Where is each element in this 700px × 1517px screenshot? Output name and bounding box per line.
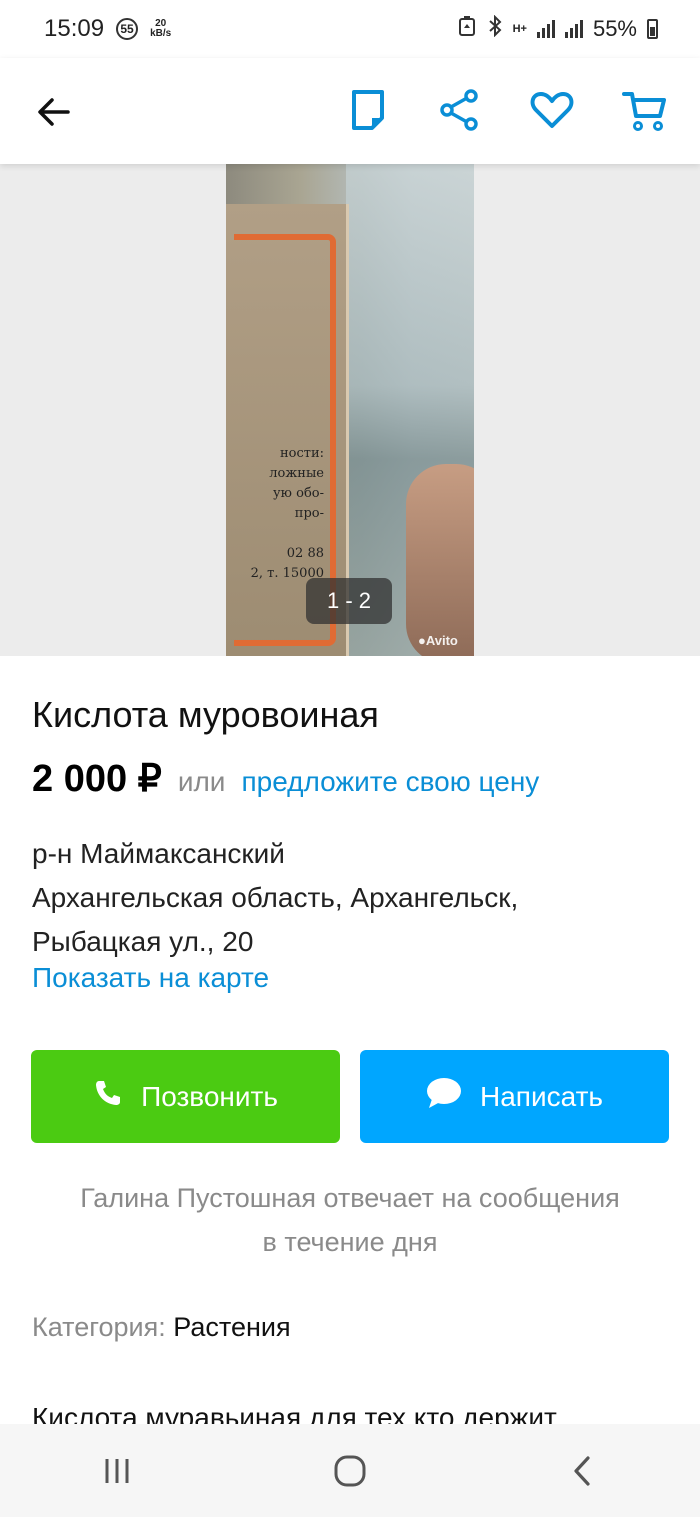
or-text: или: [177, 766, 226, 797]
category-row: Категория: Растения: [32, 1312, 291, 1343]
call-button-label: Позвонить: [141, 1080, 278, 1112]
seller-response-line-2: в течение дня: [262, 1227, 438, 1257]
notification-count-icon: 55: [116, 18, 139, 40]
address-line-2: Рыбацкая ул., 20: [32, 926, 254, 957]
status-bar: 15:09 55 20 kB/s H+ 55%: [0, 0, 700, 58]
signal-icon-2: [564, 20, 583, 38]
write-button[interactable]: Написать: [360, 1050, 669, 1143]
app-bar: [0, 58, 700, 164]
hand-image: [406, 464, 474, 656]
battery-icon: [647, 19, 658, 39]
avito-logo-icon: ●: [418, 633, 426, 648]
seller-response-info: Галина Пустошная отвечает на сообщения в…: [0, 1176, 700, 1264]
address-block: р-н Маймаксанский Архангельская область,…: [32, 832, 518, 964]
heart-icon[interactable]: [528, 86, 576, 134]
call-button[interactable]: Позвонить: [31, 1050, 340, 1143]
network-speed: 20 kB/s: [150, 19, 171, 39]
system-nav-bar: [0, 1424, 700, 1517]
photo-gallery[interactable]: ности: ложные ую обо- про- 02 88 2, т. 1…: [0, 164, 700, 656]
price-row: 2 000 ₽ или предложите свою цену: [32, 756, 539, 801]
seller-response-line-1: Галина Пустошная отвечает на сообщения: [80, 1183, 620, 1213]
recycle-icon: [457, 15, 477, 43]
network-speed-unit: kB/s: [150, 28, 172, 39]
status-time: 15:09: [44, 15, 105, 42]
bluetooth-icon: [487, 14, 503, 43]
price: 2 000 ₽: [32, 758, 162, 800]
network-type-label: H+: [512, 23, 527, 35]
recent-apps-icon[interactable]: [87, 1441, 147, 1501]
share-icon[interactable]: [435, 86, 483, 134]
write-button-label: Написать: [480, 1080, 603, 1112]
listing-title: Кислота муровоиная: [32, 694, 379, 735]
phone-icon: [93, 1078, 123, 1115]
back-icon[interactable]: [553, 1441, 613, 1501]
avito-watermark: ●Avito: [418, 633, 458, 648]
home-icon[interactable]: [320, 1441, 380, 1501]
chat-bubble-icon: [426, 1077, 462, 1116]
category-label: Категория:: [32, 1312, 166, 1342]
bottle-label-text: ности: ложные ую обо- про- 02 88 2, т. 1…: [250, 446, 324, 581]
arrow-left-icon[interactable]: [32, 90, 76, 134]
address-line-1: Архангельская область, Архангельск,: [32, 882, 519, 913]
offer-price-link[interactable]: предложите свою цену: [241, 766, 539, 798]
photo-counter: 1 - 2: [306, 578, 392, 624]
district: р-н Маймаксанский: [32, 838, 285, 869]
cart-icon[interactable]: [620, 86, 668, 134]
signal-icon: [536, 20, 555, 38]
note-icon[interactable]: [346, 86, 394, 134]
show-on-map-link[interactable]: Показать на карте: [32, 962, 269, 994]
battery-percent: 55%: [592, 16, 637, 41]
category-value: Растения: [173, 1312, 291, 1342]
